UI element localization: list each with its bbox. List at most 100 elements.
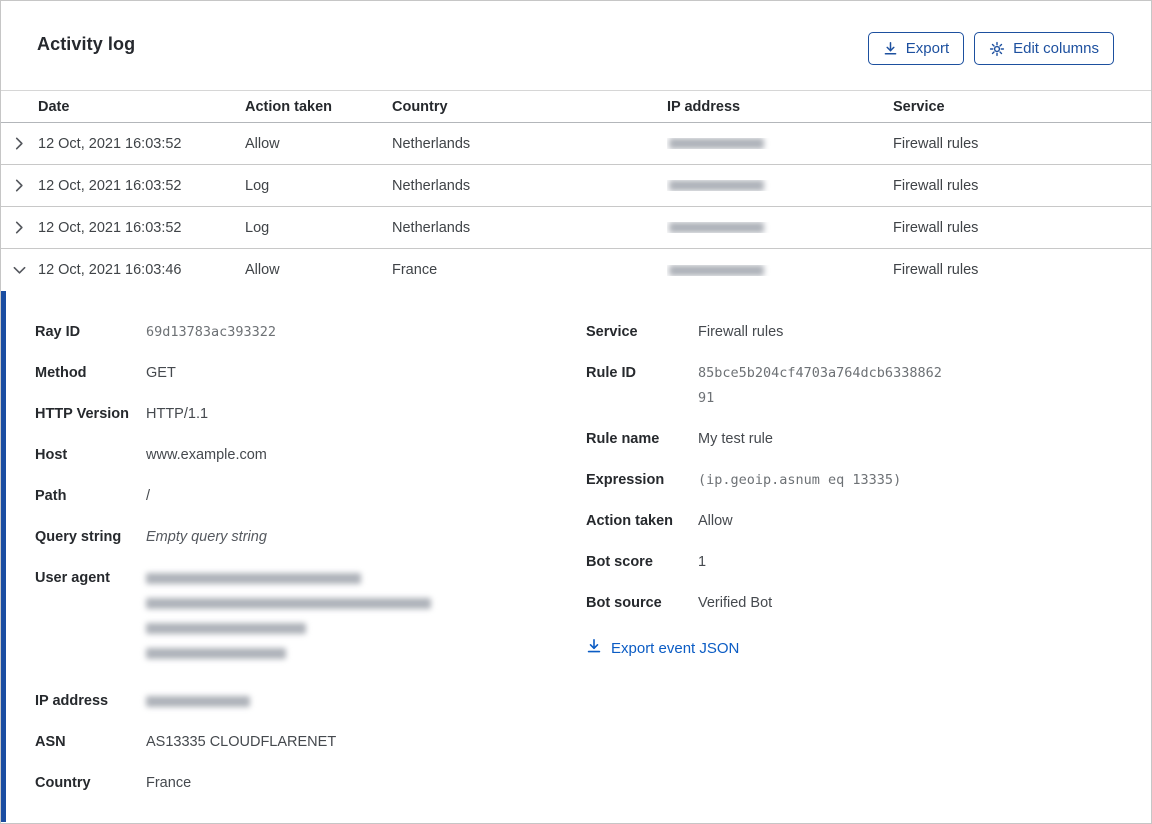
detail-left-column: Ray ID 69d13783ac393322 Method GET HTTP Vers…	[35, 320, 586, 812]
detail-field: Service Firewall rules	[586, 320, 1115, 345]
row-ip-address	[667, 138, 893, 149]
export-event-json-link[interactable]: Export event JSON	[586, 638, 739, 658]
detail-field: Host www.example.com	[35, 443, 586, 468]
detail-field-value: AS13335 CLOUDFLARENET	[146, 734, 337, 750]
activity-table: Date Action taken Country IP address Ser…	[1, 90, 1151, 291]
detail-field-label: Host	[35, 447, 68, 463]
detail-field-label: Service	[586, 324, 638, 340]
row-service: Firewall rules	[893, 135, 979, 152]
row-date: 12 Oct, 2021 16:03:46	[38, 262, 182, 278]
row-ip-address	[667, 180, 893, 191]
detail-field: Rule ID 85bce5b204cf4703a764dcb633886291	[586, 361, 1115, 411]
redacted-ip-value	[669, 138, 764, 149]
chevron-down-icon[interactable]	[10, 261, 29, 280]
redacted-line	[146, 648, 286, 659]
redacted-ip-value	[669, 264, 764, 276]
detail-field-label: IP address	[35, 693, 109, 709]
detail-field-value: 1	[698, 554, 707, 570]
row-action-taken: Log	[245, 177, 270, 194]
detail-field-value	[146, 566, 431, 673]
column-header-service: Service	[893, 98, 945, 115]
gear-icon	[989, 41, 1005, 57]
detail-field-label: Country	[35, 775, 91, 791]
event-detail-panel: Ray ID 69d13783ac393322 Method GET HTTP Vers…	[1, 291, 1151, 822]
row-country: France	[392, 262, 438, 278]
chevron-right-icon[interactable]	[10, 218, 29, 237]
detail-field-value: My test rule	[698, 431, 773, 447]
detail-field-label: Bot source	[586, 595, 662, 611]
export-button-label: Export	[905, 40, 950, 57]
detail-field-label: ASN	[35, 734, 66, 750]
detail-field-value: Verified Bot	[698, 595, 773, 611]
table-row[interactable]: 12 Oct, 2021 16:03:52 Log Netherlands Firew…	[1, 207, 1151, 249]
panel-header: Activity log Export Edit columns	[1, 1, 1151, 90]
edit-columns-button[interactable]: Edit columns	[974, 32, 1114, 65]
download-icon	[586, 638, 602, 658]
table-header-row: Date Action taken Country IP address Ser…	[1, 90, 1151, 123]
row-country: Netherlands	[392, 177, 471, 194]
detail-field: Action taken Allow	[586, 509, 1115, 534]
detail-field-label: Rule ID	[586, 365, 636, 381]
row-chevron-cell	[1, 261, 38, 280]
row-date: 12 Oct, 2021 16:03:52	[38, 135, 182, 152]
row-date: 12 Oct, 2021 16:03:52	[38, 219, 182, 236]
row-chevron-cell	[1, 218, 38, 237]
detail-field-label: Rule name	[586, 431, 660, 447]
detail-field-label: Expression	[586, 472, 665, 488]
detail-field-label: User agent	[35, 570, 110, 586]
redacted-line	[146, 623, 306, 634]
detail-field-label: Query string	[35, 529, 122, 545]
detail-field-value: HTTP/1.1	[146, 406, 209, 422]
detail-field-value: /	[146, 488, 151, 504]
download-icon	[883, 41, 898, 56]
row-country: Netherlands	[392, 135, 471, 152]
column-header-country: Country	[392, 98, 448, 115]
detail-field-label: Ray ID	[35, 324, 81, 340]
detail-field-value: GET	[146, 365, 176, 381]
detail-field-label: HTTP Version	[35, 406, 130, 422]
detail-field-label: Method	[35, 365, 87, 381]
detail-field: ASN AS13335 CLOUDFLARENET	[35, 730, 586, 755]
redacted-ip-value	[669, 180, 764, 191]
detail-field: Query string Empty query string	[35, 525, 586, 550]
redacted-line	[146, 598, 431, 609]
row-service: Firewall rules	[893, 219, 979, 236]
detail-field-value: France	[146, 775, 192, 791]
detail-field: Bot score 1	[586, 550, 1115, 575]
detail-field: IP address	[35, 689, 586, 714]
row-chevron-cell	[1, 176, 38, 195]
detail-field-value: Allow	[698, 513, 733, 529]
redacted-ip-value	[669, 222, 764, 233]
activity-log-panel: Activity log Export Edit columns Date Ac…	[0, 0, 1152, 824]
column-header-ip-address: IP address	[667, 98, 741, 115]
export-event-json-label: Export event JSON	[611, 639, 740, 657]
table-row[interactable]: 12 Oct, 2021 16:03:52 Log Netherlands Firew…	[1, 165, 1151, 207]
table-row[interactable]: 12 Oct, 2021 16:03:46 Allow France Firewall…	[1, 249, 1151, 291]
detail-field-value: (ip.geoip.asnum eq 13335)	[698, 472, 902, 488]
detail-field-value: Firewall rules	[698, 324, 784, 340]
row-chevron-cell	[1, 134, 38, 153]
detail-field: User agent	[35, 566, 586, 673]
row-action-taken: Allow	[245, 262, 280, 278]
detail-field-label: Path	[35, 488, 67, 504]
row-date: 12 Oct, 2021 16:03:52	[38, 177, 182, 194]
row-ip-address	[667, 222, 893, 233]
export-button[interactable]: Export	[867, 32, 965, 65]
row-action-taken: Log	[245, 219, 270, 236]
row-service: Firewall rules	[893, 177, 979, 194]
detail-field-value: 85bce5b204cf4703a764dcb633886291	[698, 365, 942, 406]
detail-field: Method GET	[35, 361, 586, 386]
detail-field-value: www.example.com	[146, 447, 267, 463]
chevron-right-icon[interactable]	[10, 176, 29, 195]
detail-field: Rule name My test rule	[586, 427, 1115, 452]
chevron-right-icon[interactable]	[10, 134, 29, 153]
row-country: Netherlands	[392, 219, 471, 236]
column-header-date: Date	[38, 98, 70, 115]
table-row[interactable]: 12 Oct, 2021 16:03:52 Allow Netherlands Fir…	[1, 123, 1151, 165]
row-ip-address	[667, 264, 893, 276]
detail-field-value: 69d13783ac393322	[146, 324, 277, 340]
detail-field: Bot source Verified Bot	[586, 591, 1115, 616]
toolbar: Export Edit columns	[867, 32, 1114, 65]
redacted-line	[146, 696, 250, 707]
detail-right-column: Service Firewall rules Rule ID 85bce5b204cf…	[586, 320, 1115, 659]
